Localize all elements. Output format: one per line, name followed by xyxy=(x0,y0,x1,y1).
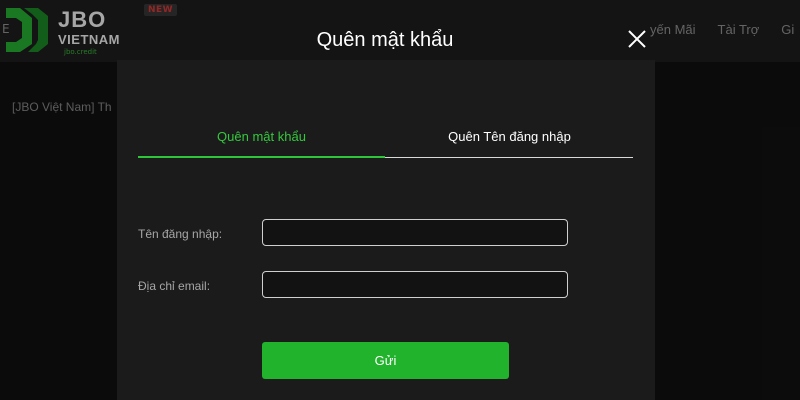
page: JBO VIETNAM jbo.credit NEW E yến Mãi Tài… xyxy=(0,0,800,400)
email-input[interactable] xyxy=(262,271,568,298)
modal-body: Quên mật khẩu Quên Tên đăng nhập Tên đăn… xyxy=(117,60,655,400)
username-label: Tên đăng nhập: xyxy=(138,227,223,241)
email-label: Địa chỉ email: xyxy=(138,279,211,293)
modal-title: Quên mật khẩu xyxy=(316,29,454,51)
close-icon[interactable] xyxy=(624,26,650,52)
username-input[interactable] xyxy=(262,219,568,246)
modal-header: Quên mật khẩu xyxy=(0,20,800,60)
tab-forgot-password[interactable]: Quên mật khẩu xyxy=(138,127,385,158)
tab-forgot-username[interactable]: Quên Tên đăng nhập xyxy=(386,127,633,157)
modal-tabs: Quên mật khẩu Quên Tên đăng nhập xyxy=(138,127,633,158)
submit-button[interactable]: Gửi xyxy=(262,342,509,379)
